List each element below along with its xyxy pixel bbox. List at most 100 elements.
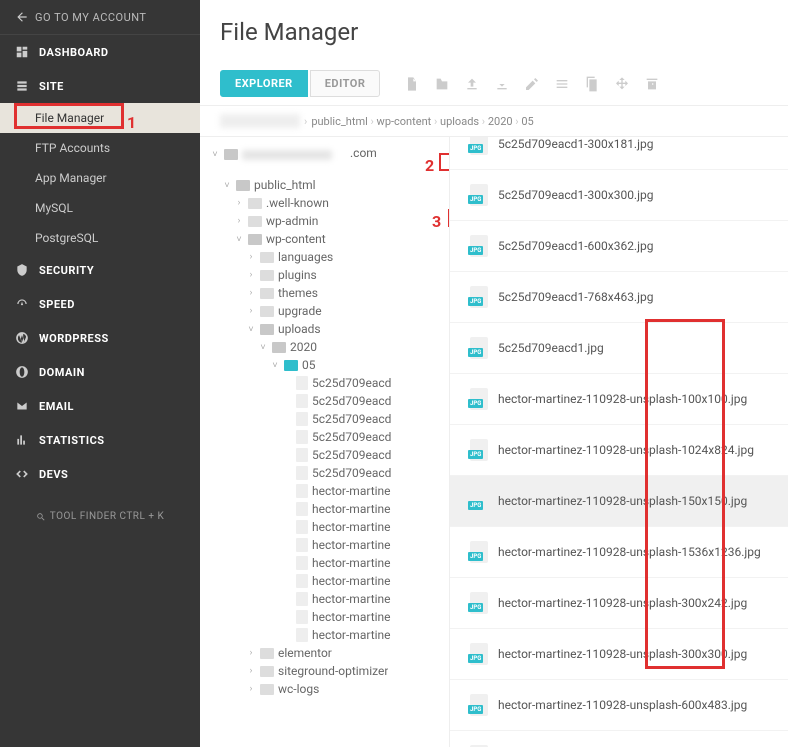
chevron-icon: ›	[246, 648, 256, 658]
folder-icon	[296, 556, 308, 570]
sidebar-heading-wordpress[interactable]: WORDPRESS	[0, 321, 200, 355]
tree-public-html[interactable]: ˅public_html	[200, 176, 449, 194]
folder-icon	[296, 628, 308, 642]
breadcrumb: › public_html › wp-content › uploads › 2…	[200, 105, 788, 137]
sidebar-item-ftp-accounts[interactable]: FTP Accounts	[0, 133, 200, 163]
tree-siteground[interactable]: ›siteground-optimizer	[200, 662, 449, 680]
tree-file-5[interactable]: 5c25d709eacd	[200, 464, 449, 482]
sidebar-item-app-manager[interactable]: App Manager	[0, 163, 200, 193]
tree-wc-logs[interactable]: ›wc-logs	[200, 680, 449, 698]
breadcrumb-wp-content[interactable]: wp-content	[377, 115, 432, 128]
sidebar-heading-site[interactable]: SITE	[0, 69, 200, 103]
file-row[interactable]: hector-martinez-110928-unsplash-300x242.…	[450, 578, 788, 629]
archive-icon[interactable]	[640, 72, 664, 96]
file-row[interactable]: 5c25d709eacd1.jpg	[450, 323, 788, 374]
chevron-icon: ›	[234, 198, 244, 208]
sidebar-heading-security[interactable]: SECURITY	[0, 253, 200, 287]
new-file-icon[interactable]	[400, 72, 424, 96]
arrow-left-icon	[15, 10, 29, 24]
folder-icon	[272, 342, 286, 353]
breadcrumb-root-blurred[interactable]	[220, 114, 300, 128]
breadcrumb-public_html[interactable]: public_html	[311, 115, 367, 128]
tree-file-14[interactable]: hector-martine	[200, 626, 449, 644]
chevron-icon: ›	[246, 684, 256, 694]
file-row[interactable]: hector-martinez-110928-unsplash-300x300.…	[450, 629, 788, 680]
tree-root[interactable]: ˅	[200, 147, 449, 162]
file-name: hector-martinez-110928-unsplash-300x242.…	[498, 596, 747, 610]
tree-file-7[interactable]: hector-martine	[200, 500, 449, 518]
tool-finder[interactable]: TOOL FINDER CTRL + K	[0, 511, 200, 522]
sidebar-heading-domain[interactable]: DOMAIN	[0, 355, 200, 389]
sidebar-item-file-manager[interactable]: File Manager	[0, 103, 200, 133]
tree-plugins[interactable]: ›plugins	[200, 266, 449, 284]
folder-icon	[296, 610, 308, 624]
tree-file-13[interactable]: hector-martine	[200, 608, 449, 626]
chevron-icon: ›	[234, 216, 244, 226]
tree-file-9[interactable]: hector-martine	[200, 536, 449, 554]
tab-explorer[interactable]: EXPLORER	[220, 70, 308, 97]
upload-icon[interactable]	[460, 72, 484, 96]
sidebar-heading-statistics[interactable]: STATISTICS	[0, 423, 200, 457]
tree-05[interactable]: ˅05	[200, 356, 449, 374]
breadcrumb-05[interactable]: 05	[521, 115, 533, 128]
file-name: 5c25d709eacd1-768x463.jpg	[498, 290, 653, 304]
tree-file-12[interactable]: hector-martine	[200, 590, 449, 608]
site-icon	[15, 79, 29, 93]
file-row[interactable]: hector-martinez-110928-unsplash-600x483.…	[450, 680, 788, 731]
file-name: 5c25d709eacd1-300x181.jpg	[498, 137, 653, 151]
tree-file-0[interactable]: 5c25d709eacd	[200, 374, 449, 392]
new-folder-icon[interactable]	[430, 72, 454, 96]
tree-uploads[interactable]: ˅uploads	[200, 320, 449, 338]
sidebar-item-postgresql[interactable]: PostgreSQL	[0, 223, 200, 253]
tree-themes[interactable]: ›themes	[200, 284, 449, 302]
tree-file-4[interactable]: 5c25d709eacd	[200, 446, 449, 464]
chevron-icon: ˅	[234, 234, 244, 245]
back-to-account[interactable]: GO TO MY ACCOUNT	[0, 0, 200, 35]
security-icon	[15, 263, 29, 277]
tree-well-known[interactable]: ›.well-known	[200, 194, 449, 212]
breadcrumb-2020[interactable]: 2020	[488, 115, 513, 128]
folder-icon	[224, 149, 238, 160]
file-row[interactable]: 5c25d709eacd1-300x181.jpg	[450, 137, 788, 170]
edit-icon[interactable]	[520, 72, 544, 96]
file-row[interactable]: 5c25d709eacd1-300x300.jpg	[450, 170, 788, 221]
tree-file-10[interactable]: hector-martine	[200, 554, 449, 572]
rename-icon[interactable]	[550, 72, 574, 96]
breadcrumb-uploads[interactable]: uploads	[440, 115, 479, 128]
file-row[interactable]: hector-martinez-110928-unsplash-768x618.…	[450, 731, 788, 747]
tree-elementor[interactable]: ›elementor	[200, 644, 449, 662]
tree-file-2[interactable]: 5c25d709eacd	[200, 410, 449, 428]
annotation-3: 3	[432, 212, 441, 231]
copy-icon[interactable]	[580, 72, 604, 96]
file-row[interactable]: hector-martinez-110928-unsplash-100x100.…	[450, 374, 788, 425]
move-icon[interactable]	[610, 72, 634, 96]
file-row[interactable]: 5c25d709eacd1-600x362.jpg	[450, 221, 788, 272]
tree-file-3[interactable]: 5c25d709eacd	[200, 428, 449, 446]
tree-upgrade[interactable]: ›upgrade	[200, 302, 449, 320]
file-row[interactable]: hector-martinez-110928-unsplash-1024x824…	[450, 425, 788, 476]
sidebar-heading-email[interactable]: EMAIL	[0, 389, 200, 423]
folder-icon	[260, 288, 274, 299]
tree-wp-admin[interactable]: ›wp-admin	[200, 212, 449, 230]
folder-icon	[260, 306, 274, 317]
jpg-icon	[470, 694, 488, 716]
sidebar-heading-devs[interactable]: DEVS	[0, 457, 200, 491]
tree-file-6[interactable]: hector-martine	[200, 482, 449, 500]
chevron-icon: ›	[246, 270, 256, 280]
tree-2020[interactable]: ˅2020	[200, 338, 449, 356]
tree-file-11[interactable]: hector-martine	[200, 572, 449, 590]
file-row[interactable]: hector-martinez-110928-unsplash-1536x123…	[450, 527, 788, 578]
download-icon[interactable]	[490, 72, 514, 96]
file-name: hector-martinez-110928-unsplash-150x150.…	[498, 494, 747, 508]
tree-languages[interactable]: ›languages	[200, 248, 449, 266]
tab-editor[interactable]: EDITOR	[310, 70, 381, 97]
sidebar-heading-dashboard[interactable]: DASHBOARD	[0, 35, 200, 69]
tree-wp-content[interactable]: ˅wp-content	[200, 230, 449, 248]
sidebar-item-mysql[interactable]: MySQL	[0, 193, 200, 223]
tree-file-8[interactable]: hector-martine	[200, 518, 449, 536]
chevron-icon: ›	[246, 306, 256, 316]
file-row[interactable]: hector-martinez-110928-unsplash-150x150.…	[450, 476, 788, 527]
tree-file-1[interactable]: 5c25d709eacd	[200, 392, 449, 410]
file-row[interactable]: 5c25d709eacd1-768x463.jpg	[450, 272, 788, 323]
sidebar-heading-speed[interactable]: SPEED	[0, 287, 200, 321]
